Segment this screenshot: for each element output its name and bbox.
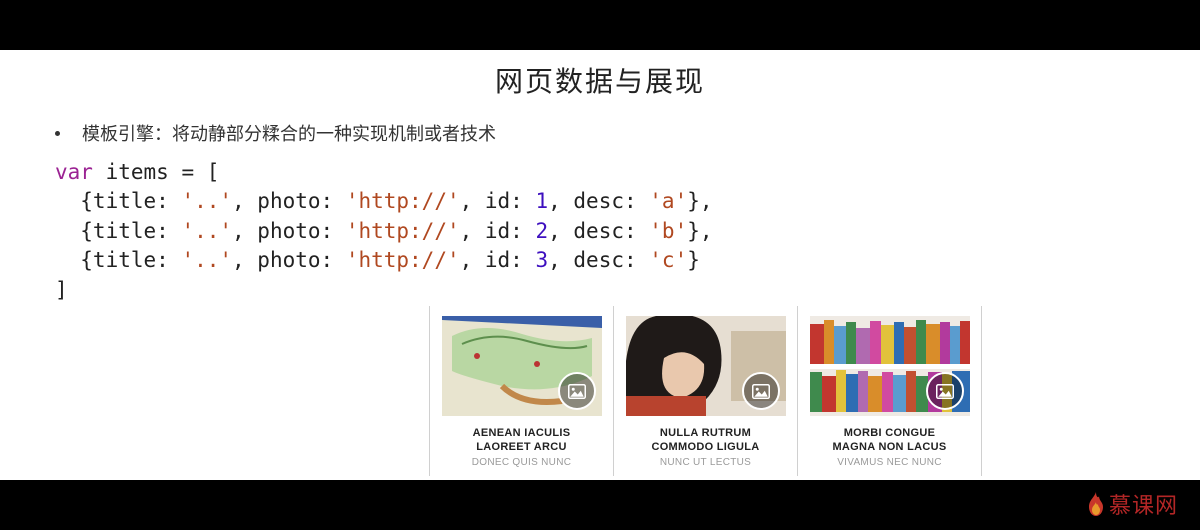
code-desc-key: , desc: bbox=[548, 219, 649, 243]
card-2-subtitle: NUNC UT LECTUS bbox=[626, 457, 785, 468]
code-photo-key: , photo: bbox=[232, 189, 346, 213]
code-id-key: , id: bbox=[460, 189, 536, 213]
letterbox-bottom: 慕课网 bbox=[0, 480, 1200, 530]
code-id-2: 2 bbox=[535, 219, 548, 243]
card-3: MORBI CONGUEMAGNA NON LACUS VIVAMUS NEC … bbox=[797, 306, 982, 476]
code-block: var items = [ {title: '..', photo: 'http… bbox=[55, 158, 1200, 305]
code-str-photo: 'http://' bbox=[346, 219, 460, 243]
code-close: }, bbox=[687, 189, 712, 213]
code-var-name: items bbox=[106, 160, 169, 184]
code-str-title: '..' bbox=[181, 219, 232, 243]
card-1-thumb bbox=[442, 316, 602, 416]
card-3-title: MORBI CONGUEMAGNA NON LACUS bbox=[810, 426, 969, 455]
bullet-line: 模板引擎：将动静部分糅合的一种实现机制或者技术 bbox=[55, 120, 1200, 146]
code-desc-b: 'b' bbox=[649, 219, 687, 243]
card-1-subtitle: DONEC QUIS NUNC bbox=[442, 457, 601, 468]
code-close: }, bbox=[687, 219, 712, 243]
code-desc-key: , desc: bbox=[548, 189, 649, 213]
code-id-key: , id: bbox=[460, 248, 536, 272]
code-desc-key: , desc: bbox=[548, 248, 649, 272]
code-close-arr: ] bbox=[55, 278, 68, 302]
card-2: NULLA RUTRUMCOMMODO LIGULA NUNC UT LECTU… bbox=[613, 306, 798, 476]
code-line-prefix: {title: bbox=[55, 189, 181, 213]
code-str-title: '..' bbox=[181, 248, 232, 272]
code-str-photo: 'http://' bbox=[346, 189, 460, 213]
slide-title: 网页数据与展现 bbox=[0, 60, 1200, 100]
card-2-title: NULLA RUTRUMCOMMODO LIGULA bbox=[626, 426, 785, 455]
card-1: AENEAN IACULISLAOREET ARCU DONEC QUIS NU… bbox=[429, 306, 614, 476]
card-2-thumb bbox=[626, 316, 786, 416]
card-strip: AENEAN IACULISLAOREET ARCU DONEC QUIS NU… bbox=[430, 306, 982, 476]
code-line-prefix: {title: bbox=[55, 248, 181, 272]
bullet-dot-icon bbox=[55, 131, 60, 136]
code-desc-a: 'a' bbox=[649, 189, 687, 213]
code-id-3: 3 bbox=[535, 248, 548, 272]
code-id-key: , id: bbox=[460, 219, 536, 243]
slide: 网页数据与展现 模板引擎：将动静部分糅合的一种实现机制或者技术 var item… bbox=[0, 50, 1200, 480]
watermark: 慕课网 bbox=[1087, 488, 1178, 520]
code-photo-key: , photo: bbox=[232, 219, 346, 243]
bullet-text: 模板引擎：将动静部分糅合的一种实现机制或者技术 bbox=[82, 120, 496, 146]
code-photo-key: , photo: bbox=[232, 248, 346, 272]
card-3-subtitle: VIVAMUS NEC NUNC bbox=[810, 457, 969, 468]
code-line-prefix: {title: bbox=[55, 219, 181, 243]
image-badge-icon bbox=[558, 372, 596, 410]
card-1-title: AENEAN IACULISLAOREET ARCU bbox=[442, 426, 601, 455]
card-3-thumb bbox=[810, 316, 970, 416]
code-keyword-var: var bbox=[55, 160, 93, 184]
image-badge-icon bbox=[742, 372, 780, 410]
code-desc-c: 'c' bbox=[649, 248, 687, 272]
code-eq-bracket: = [ bbox=[169, 160, 220, 184]
code-close-last: } bbox=[687, 248, 700, 272]
flame-icon bbox=[1087, 492, 1105, 516]
letterbox-top bbox=[0, 0, 1200, 50]
watermark-text: 慕课网 bbox=[1109, 488, 1178, 520]
code-str-photo: 'http://' bbox=[346, 248, 460, 272]
code-id-1: 1 bbox=[535, 189, 548, 213]
code-str-title: '..' bbox=[181, 189, 232, 213]
image-badge-icon bbox=[926, 372, 964, 410]
